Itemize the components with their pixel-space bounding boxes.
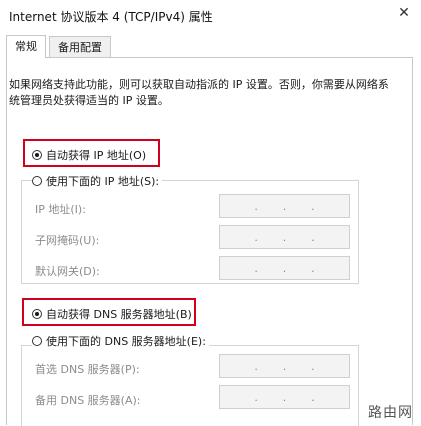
preferred-dns-label: 首选 DNS 服务器(P): xyxy=(35,363,140,376)
radio-indicator xyxy=(32,176,42,186)
tab-alternate-config[interactable]: 备用配置 xyxy=(49,36,111,57)
ip-octet-separator: . xyxy=(282,199,287,213)
ip-octet-separator: . xyxy=(282,261,287,275)
default-gateway-label: 默认网关(D): xyxy=(35,265,100,278)
close-button[interactable]: ✕ xyxy=(393,3,415,23)
ip-octet-separator: . xyxy=(311,359,315,373)
alternate-dns-label: 备用 DNS 服务器(A): xyxy=(35,394,141,407)
ip-octet-separator: . xyxy=(254,230,258,244)
ip-octet-separator: . xyxy=(254,199,258,213)
radio-manual-dns[interactable]: 使用下面的 DNS 服务器地址(E): xyxy=(32,333,209,349)
highlight-box-dns xyxy=(22,298,196,326)
subnet-mask-label: 子网掩码(U): xyxy=(35,234,100,247)
watermark: 路由网 xyxy=(368,405,413,421)
radio-manual-ip[interactable]: 使用下面的 IP 地址(S): xyxy=(32,173,163,189)
close-icon: ✕ xyxy=(398,5,410,21)
subnet-mask-field[interactable]: . . . xyxy=(219,225,350,249)
tab-strip: 常规 备用配置 xyxy=(0,35,421,58)
ip-octet-separator: . xyxy=(282,359,287,373)
window-title: Internet 协议版本 4 (TCP/IPv4) 属性 xyxy=(9,10,213,24)
highlight-box-ip xyxy=(23,139,160,167)
ip-address-label: IP 地址(I): xyxy=(35,203,86,216)
ip-octet-separator: . xyxy=(254,390,258,404)
ip-octet-separator: . xyxy=(282,390,287,404)
tab-general[interactable]: 常规 xyxy=(6,35,46,58)
ip-address-field[interactable]: . . . xyxy=(219,194,350,218)
default-gateway-field[interactable]: . . . xyxy=(219,256,350,280)
ip-octet-separator: . xyxy=(254,359,258,373)
title-bar: Internet 协议版本 4 (TCP/IPv4) 属性 ✕ xyxy=(0,0,421,28)
preferred-dns-field[interactable]: . . . xyxy=(219,354,350,378)
ip-octet-separator: . xyxy=(311,390,315,404)
description-text: 如果网络支持此功能，则可以获取自动指派的 IP 设置。否则，你需要从网络系统管理… xyxy=(9,78,389,107)
ip-octet-separator: . xyxy=(311,261,315,275)
ip-octet-separator: . xyxy=(282,230,287,244)
ip-octet-separator: . xyxy=(311,230,315,244)
alternate-dns-field[interactable]: . . . xyxy=(219,385,350,409)
radio-manual-ip-label: 使用下面的 IP 地址(S): xyxy=(46,175,160,188)
radio-manual-dns-label: 使用下面的 DNS 服务器地址(E): xyxy=(46,335,206,348)
radio-indicator xyxy=(32,336,42,346)
ip-octet-separator: . xyxy=(311,199,315,213)
ip-octet-separator: . xyxy=(254,261,258,275)
